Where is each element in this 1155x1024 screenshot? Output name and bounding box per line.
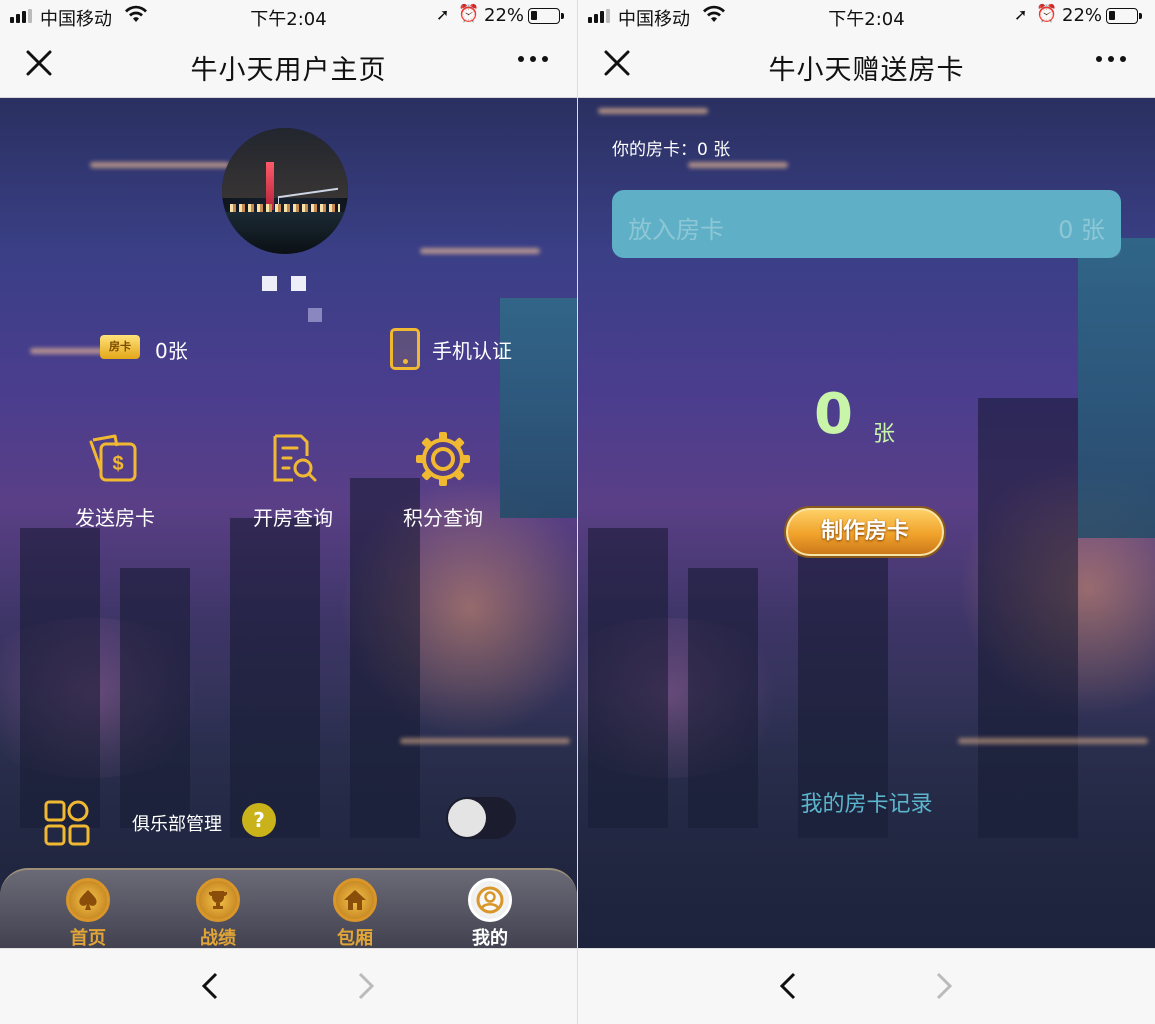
card-quantity-value: 0 张 (1058, 216, 1105, 244)
forward-arrow-icon[interactable] (928, 971, 958, 1001)
room-search-button[interactable]: 开房查询 (228, 430, 358, 531)
back-arrow-icon[interactable] (774, 971, 804, 1001)
room-search-label: 开房查询 (253, 506, 333, 530)
make-card-button[interactable]: 制作房卡 (784, 506, 946, 558)
phone-verify-link[interactable]: 手机认证 (432, 335, 512, 364)
room-card-count: 0张 (155, 339, 188, 363)
location-arrow-icon: ➚ (436, 5, 450, 24)
card-total-value: 0 (814, 382, 853, 447)
battery-percent: 22% (484, 5, 525, 26)
status-bar: 中国移动 下午2:04 ➚ ⏰ 22% (578, 0, 1155, 32)
battery-icon (1106, 8, 1142, 24)
house-icon (344, 890, 366, 910)
avatar[interactable] (222, 128, 348, 254)
club-management-label[interactable]: 俱乐部管理 (132, 810, 222, 836)
send-card-label: 发送房卡 (75, 506, 155, 530)
tab-bar: 首页 战绩 包厢 我的 (0, 868, 577, 950)
forward-arrow-icon[interactable] (350, 971, 380, 1001)
send-card-button[interactable]: $ 发送房卡 (50, 430, 180, 531)
grid-icon[interactable] (44, 800, 90, 846)
your-card-balance: 你的房卡：0 张 (612, 140, 731, 160)
send-card-icon: $ (89, 434, 137, 482)
card-quantity-placeholder: 放入房卡 (628, 216, 724, 244)
spade-icon (79, 890, 97, 910)
card-record-link[interactable]: 我的房卡记录 (578, 786, 1155, 818)
tab-records-label: 战绩 (200, 928, 236, 949)
room-search-icon (273, 434, 317, 482)
right-screen: 中国移动 下午2:04 ➚ ⏰ 22% 牛小天赠送房卡 你的房卡：0 张 放入房… (578, 0, 1155, 1024)
username-redacted-mark (308, 308, 322, 322)
card-quantity-input[interactable]: 放入房卡 0 张 (612, 190, 1121, 258)
room-card-badge-icon: 房卡 (100, 335, 140, 359)
alarm-icon: ⏰ (1036, 4, 1058, 24)
club-toggle[interactable] (446, 797, 516, 839)
card-total-unit: 张 (873, 422, 896, 447)
tab-records[interactable]: 战绩 (178, 878, 258, 950)
points-query-label: 积分查询 (403, 506, 483, 530)
left-screen: 中国移动 下午2:04 ➚ ⏰ 22% 牛小天用户主页 房卡 0张 手机认证 $… (0, 0, 577, 1024)
battery-icon (528, 8, 564, 24)
page-title: 牛小天用户主页 (190, 55, 387, 86)
gear-icon (416, 432, 470, 486)
more-icon[interactable] (1096, 56, 1126, 62)
tab-home-label: 首页 (70, 928, 106, 949)
tab-private-room-label: 包厢 (337, 928, 373, 949)
page-title: 牛小天赠送房卡 (768, 55, 965, 86)
browser-bottom-bar (578, 948, 1155, 1024)
tab-home[interactable]: 首页 (48, 878, 128, 950)
navbar: 牛小天赠送房卡 (578, 32, 1155, 98)
user-icon (476, 886, 504, 914)
status-bar: 中国移动 下午2:04 ➚ ⏰ 22% (0, 0, 577, 32)
tab-mine[interactable]: 我的 (450, 878, 530, 950)
help-icon[interactable]: ? (242, 803, 276, 837)
username-redacted (262, 276, 310, 294)
alarm-icon: ⏰ (458, 4, 480, 24)
navbar: 牛小天用户主页 (0, 32, 577, 98)
browser-bottom-bar (0, 948, 577, 1024)
battery-fill (1109, 11, 1115, 20)
more-icon[interactable] (518, 56, 548, 62)
tab-private-room[interactable]: 包厢 (315, 878, 395, 950)
trophy-icon (208, 891, 228, 909)
battery-fill (531, 11, 537, 20)
location-arrow-icon: ➚ (1014, 5, 1028, 24)
tab-mine-label: 我的 (472, 928, 508, 949)
back-arrow-icon[interactable] (196, 971, 226, 1001)
battery-percent: 22% (1062, 5, 1103, 26)
mobile-phone-icon[interactable] (390, 328, 420, 370)
svg-text:$: $ (112, 453, 123, 475)
points-query-button[interactable]: 积分查询 (378, 430, 508, 531)
